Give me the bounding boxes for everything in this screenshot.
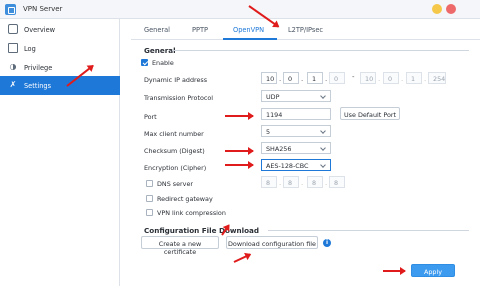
vpn-link-compression-label: VPN link compression — [157, 209, 226, 217]
port-input[interactable]: 1194 — [261, 108, 331, 120]
vpn-server-app-icon — [5, 4, 16, 15]
section-divider — [172, 50, 469, 51]
vpn-link-compression-checkbox[interactable] — [146, 209, 153, 216]
ip-separator: . — [378, 75, 381, 83]
ip-separator: . — [401, 75, 404, 83]
protocol-select[interactable]: UDP — [261, 90, 331, 102]
checksum-select[interactable]: SHA256 — [261, 142, 331, 154]
checksum-label: Checksum (Digest) — [144, 147, 205, 155]
ip-separator: . — [325, 179, 328, 187]
dynamic-ip-end-octet-4: 254 — [428, 72, 446, 84]
annotation-arrow-download-bottom — [233, 253, 251, 263]
dns-octet-1: 8 — [261, 176, 277, 188]
sidebar-item-label: Overview — [24, 26, 56, 34]
dynamic-ip-end-octet-3: 1 — [406, 72, 422, 84]
annotation-arrow-apply — [383, 267, 406, 275]
settings-icon: ✗ — [9, 80, 17, 89]
dynamic-ip-octet-2[interactable]: 0 — [283, 72, 299, 84]
info-icon[interactable]: i — [323, 239, 331, 247]
dynamic-ip-end-octet-1: 10 — [360, 72, 376, 84]
privilege-icon: ◑ — [9, 62, 17, 71]
minimize-button[interactable] — [432, 4, 442, 14]
config-download-section-title: Configuration File Download — [144, 226, 260, 235]
annotation-arrow-encryption — [225, 161, 254, 169]
dns-octet-3: 8 — [307, 176, 323, 188]
sidebar-item-privilege[interactable]: ◑ Privilege — [0, 58, 120, 77]
dynamic-ip-octet-4: 0 — [329, 72, 345, 84]
section-divider — [268, 230, 469, 231]
log-icon — [8, 43, 18, 53]
ip-separator: . — [301, 179, 304, 187]
sidebar-item-settings[interactable]: ✗ Settings — [0, 76, 120, 95]
dns-server-label: DNS server — [157, 180, 194, 188]
max-client-select[interactable]: 5 — [261, 125, 331, 137]
tab-l2tp-ipsec[interactable]: L2TP/IPsec — [288, 26, 323, 34]
sidebar-item-overview[interactable]: Overview — [0, 20, 120, 39]
redirect-gateway-label: Redirect gateway — [157, 195, 213, 203]
download-config-button[interactable]: Download configuration file — [226, 236, 318, 249]
enable-label: Enable — [152, 59, 174, 67]
tab-general[interactable]: General — [144, 26, 170, 34]
ip-separator: . — [301, 75, 304, 83]
create-certificate-button[interactable]: Create a new certificate — [141, 236, 219, 256]
overview-icon — [8, 24, 18, 34]
dynamic-ip-octet-3[interactable]: 1 — [307, 72, 323, 84]
sidebar-item-label: Log — [24, 45, 36, 53]
encryption-select[interactable]: AES-128-CBC — [261, 159, 331, 171]
max-client-label: Max client number — [144, 130, 204, 138]
tab-pptp[interactable]: PPTP — [192, 26, 208, 34]
title-bar: VPN Server — [0, 0, 480, 19]
ip-separator: . — [279, 75, 282, 83]
dynamic-ip-label: Dynamic IP address — [144, 76, 208, 84]
ip-separator: . — [325, 75, 328, 83]
sidebar-item-log[interactable]: Log — [0, 39, 120, 58]
sidebar: Overview Log ◑ Privilege ✗ Settings — [0, 19, 120, 286]
dynamic-ip-end-octet-2: 0 — [383, 72, 399, 84]
redirect-gateway-checkbox[interactable] — [146, 195, 153, 202]
dynamic-ip-octet-1[interactable]: 10 — [261, 72, 277, 84]
encryption-label: Encryption (Cipher) — [144, 164, 207, 172]
tab-openvpn[interactable]: OpenVPN — [233, 26, 264, 34]
close-button[interactable] — [446, 4, 456, 14]
active-tab-indicator — [223, 38, 277, 40]
protocol-label: Transmission Protocol — [144, 94, 214, 102]
annotation-arrow-port — [225, 112, 254, 120]
apply-button[interactable]: Apply — [411, 264, 455, 277]
dns-server-checkbox[interactable] — [146, 180, 153, 187]
enable-checkbox[interactable] — [141, 59, 148, 66]
sidebar-item-label: Settings — [24, 82, 52, 90]
ip-separator: . — [279, 179, 282, 187]
window-title: VPN Server — [23, 5, 63, 13]
use-default-port-button[interactable]: Use Default Port — [340, 107, 400, 120]
ip-separator: . — [424, 75, 427, 83]
general-section-title: General — [144, 46, 176, 55]
dns-octet-4: 8 — [329, 176, 345, 188]
sidebar-item-label: Privilege — [24, 64, 53, 72]
port-label: Port — [144, 113, 157, 121]
ip-range-separator: - — [352, 73, 355, 81]
tab-bar: General PPTP OpenVPN L2TP/IPsec — [131, 19, 480, 40]
dns-octet-2: 8 — [283, 176, 299, 188]
annotation-arrow-checksum — [225, 147, 254, 155]
